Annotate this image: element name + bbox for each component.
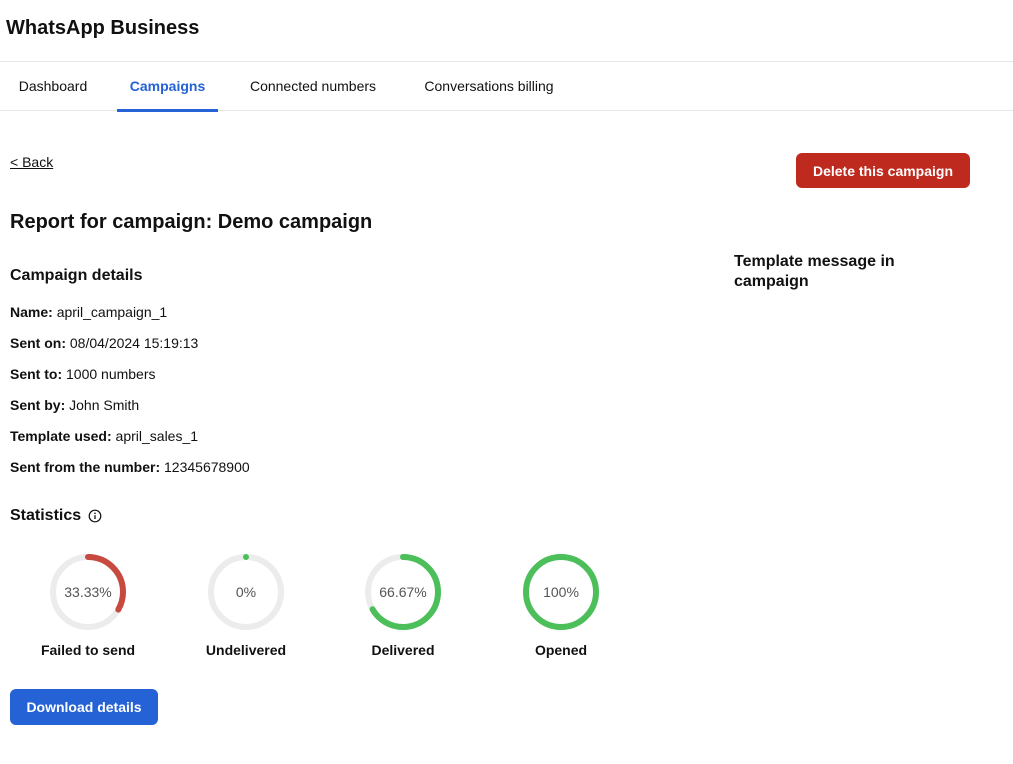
stat-name: Undelivered [205,642,287,658]
stat-name: Delivered [371,642,435,658]
progress-ring: 66.67% [363,552,443,632]
detail-value: 08/04/2024 15:19:13 [69,335,199,351]
tab-bar: Dashboard Campaigns Connected numbers Co… [0,62,1013,112]
tab-conversations-billing[interactable]: Conversations billing [408,62,570,111]
detail-row-sent-from: Sent from the number: 12345678900 [10,459,250,475]
stat-delivered: 66.67% Delivered [325,552,481,658]
progress-ring: 33.33% [48,552,128,632]
stat-percent: 100% [543,584,579,600]
statistics-heading-label: Statistics [10,507,82,524]
back-link[interactable]: < Back [10,154,53,170]
progress-ring: 100% [521,552,601,632]
info-icon[interactable] [88,509,102,523]
app-title: WhatsApp Business [6,17,200,39]
detail-label: Sent on: [10,335,66,351]
detail-value: april_campaign_1 [56,304,168,320]
tab-connected-numbers[interactable]: Connected numbers [234,62,392,111]
stat-name: Failed to send [40,642,136,658]
stat-percent: 66.67% [379,584,427,600]
detail-value: 1000 numbers [66,366,156,382]
stat-percent: 33.33% [64,584,112,600]
detail-row-sent-to: Sent to: 1000 numbers [10,366,156,382]
page-title: Report for campaign: Demo campaign [10,211,373,233]
detail-value: John Smith [69,397,140,413]
detail-label: Template used: [10,428,112,444]
detail-value: 12345678900 [164,459,250,475]
tab-campaigns[interactable]: Campaigns [117,62,218,112]
detail-label: Name: [10,304,53,320]
detail-label: Sent from the number: [10,459,161,475]
template-message-heading: Template message in campaign [734,253,895,290]
progress-ring: 0% [206,552,286,632]
download-details-button[interactable]: Download details [10,689,158,725]
detail-label: Sent to: [10,366,63,382]
campaign-details-heading: Campaign details [10,267,143,284]
stat-opened: 100% Opened [483,552,639,658]
delete-campaign-button[interactable]: Delete this campaign [796,153,970,188]
stat-undelivered: 0% Undelivered [168,552,324,658]
stat-name: Opened [534,642,588,658]
detail-row-sent-by: Sent by: John Smith [10,397,139,413]
statistics-heading: Statistics [10,507,102,525]
stat-percent: 0% [235,584,257,600]
detail-label: Sent by: [10,397,66,413]
detail-value: april_sales_1 [115,428,199,444]
detail-row-name: Name: april_campaign_1 [10,304,167,320]
detail-row-template-used: Template used: april_sales_1 [10,428,198,444]
app-header: WhatsApp Business [0,0,1013,62]
tab-dashboard[interactable]: Dashboard [6,62,100,111]
stat-failed-to-send: 33.33% Failed to send [10,552,166,658]
detail-row-sent-on: Sent on: 08/04/2024 15:19:13 [10,335,198,351]
